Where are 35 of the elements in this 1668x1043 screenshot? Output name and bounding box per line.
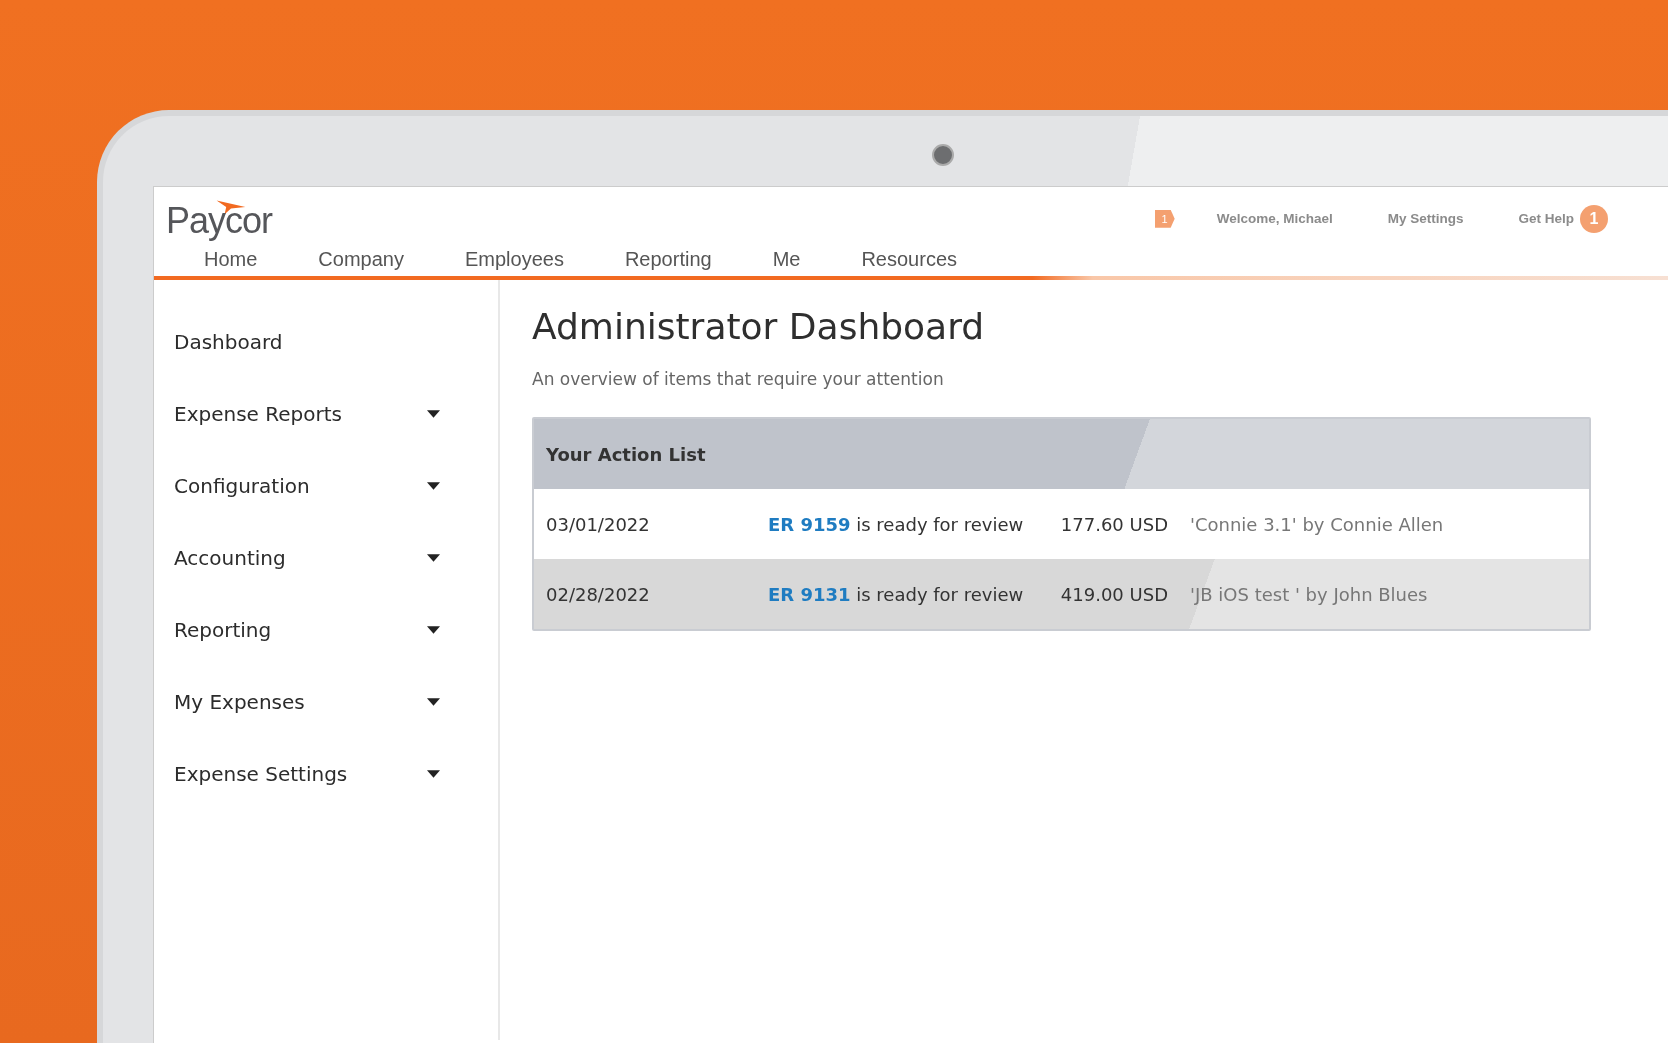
camera-icon (932, 144, 954, 166)
status-message: ER 9131 is ready for review (768, 583, 1025, 605)
description-cell: 'JB iOS test ' by John Blues (1190, 583, 1428, 605)
sidebar-item[interactable]: Expense Reports (154, 378, 498, 450)
nav-tab[interactable]: Resources (861, 247, 958, 271)
caret-icon (427, 410, 440, 418)
panel-title: Your Action List (546, 443, 706, 465)
sidebar-item[interactable]: My Expenses (154, 666, 498, 738)
caret-icon (427, 482, 440, 490)
amount-cell-text: 177.60 USD (1059, 513, 1168, 535)
nav-tab[interactable]: Reporting (624, 247, 712, 271)
report-link[interactable]: ER 9159 (768, 513, 851, 535)
help-count-badge: 1 (1580, 204, 1608, 233)
sidebar-item[interactable]: Reporting (154, 594, 498, 666)
page-title: Administrator Dashboard (532, 306, 986, 347)
nav-tab[interactable]: Home (204, 247, 258, 271)
description-cell: 'Connie 3.1' by Connie Allen (1190, 513, 1444, 535)
caret-icon (427, 698, 440, 706)
sidebar-item[interactable]: Expense Settings (154, 738, 498, 810)
nav-tab[interactable]: Employees (464, 247, 564, 271)
page-subtitle: An overview of items that require your attention (532, 369, 945, 389)
caret-icon (427, 554, 440, 562)
sidebar-item[interactable]: Dashboard (154, 306, 498, 378)
caret-icon (427, 626, 440, 634)
welcome-text: Welcome, Michael (1216, 211, 1333, 227)
date-cell-text: 03/01/2022 (546, 513, 651, 535)
paycor-logo: Paycor (166, 198, 273, 239)
sidebar-item[interactable]: Configuration (154, 450, 498, 522)
nav-tab[interactable]: Me (772, 247, 801, 271)
date-cell-text: 02/28/2022 (546, 583, 651, 605)
amount-cell-text: 419.00 USD (1059, 583, 1168, 605)
sidebar-item[interactable]: Accounting (154, 522, 498, 594)
status-message: ER 9159 is ready for review (768, 513, 1025, 535)
caret-icon (427, 770, 440, 778)
nav-tab[interactable]: Company (318, 247, 404, 271)
